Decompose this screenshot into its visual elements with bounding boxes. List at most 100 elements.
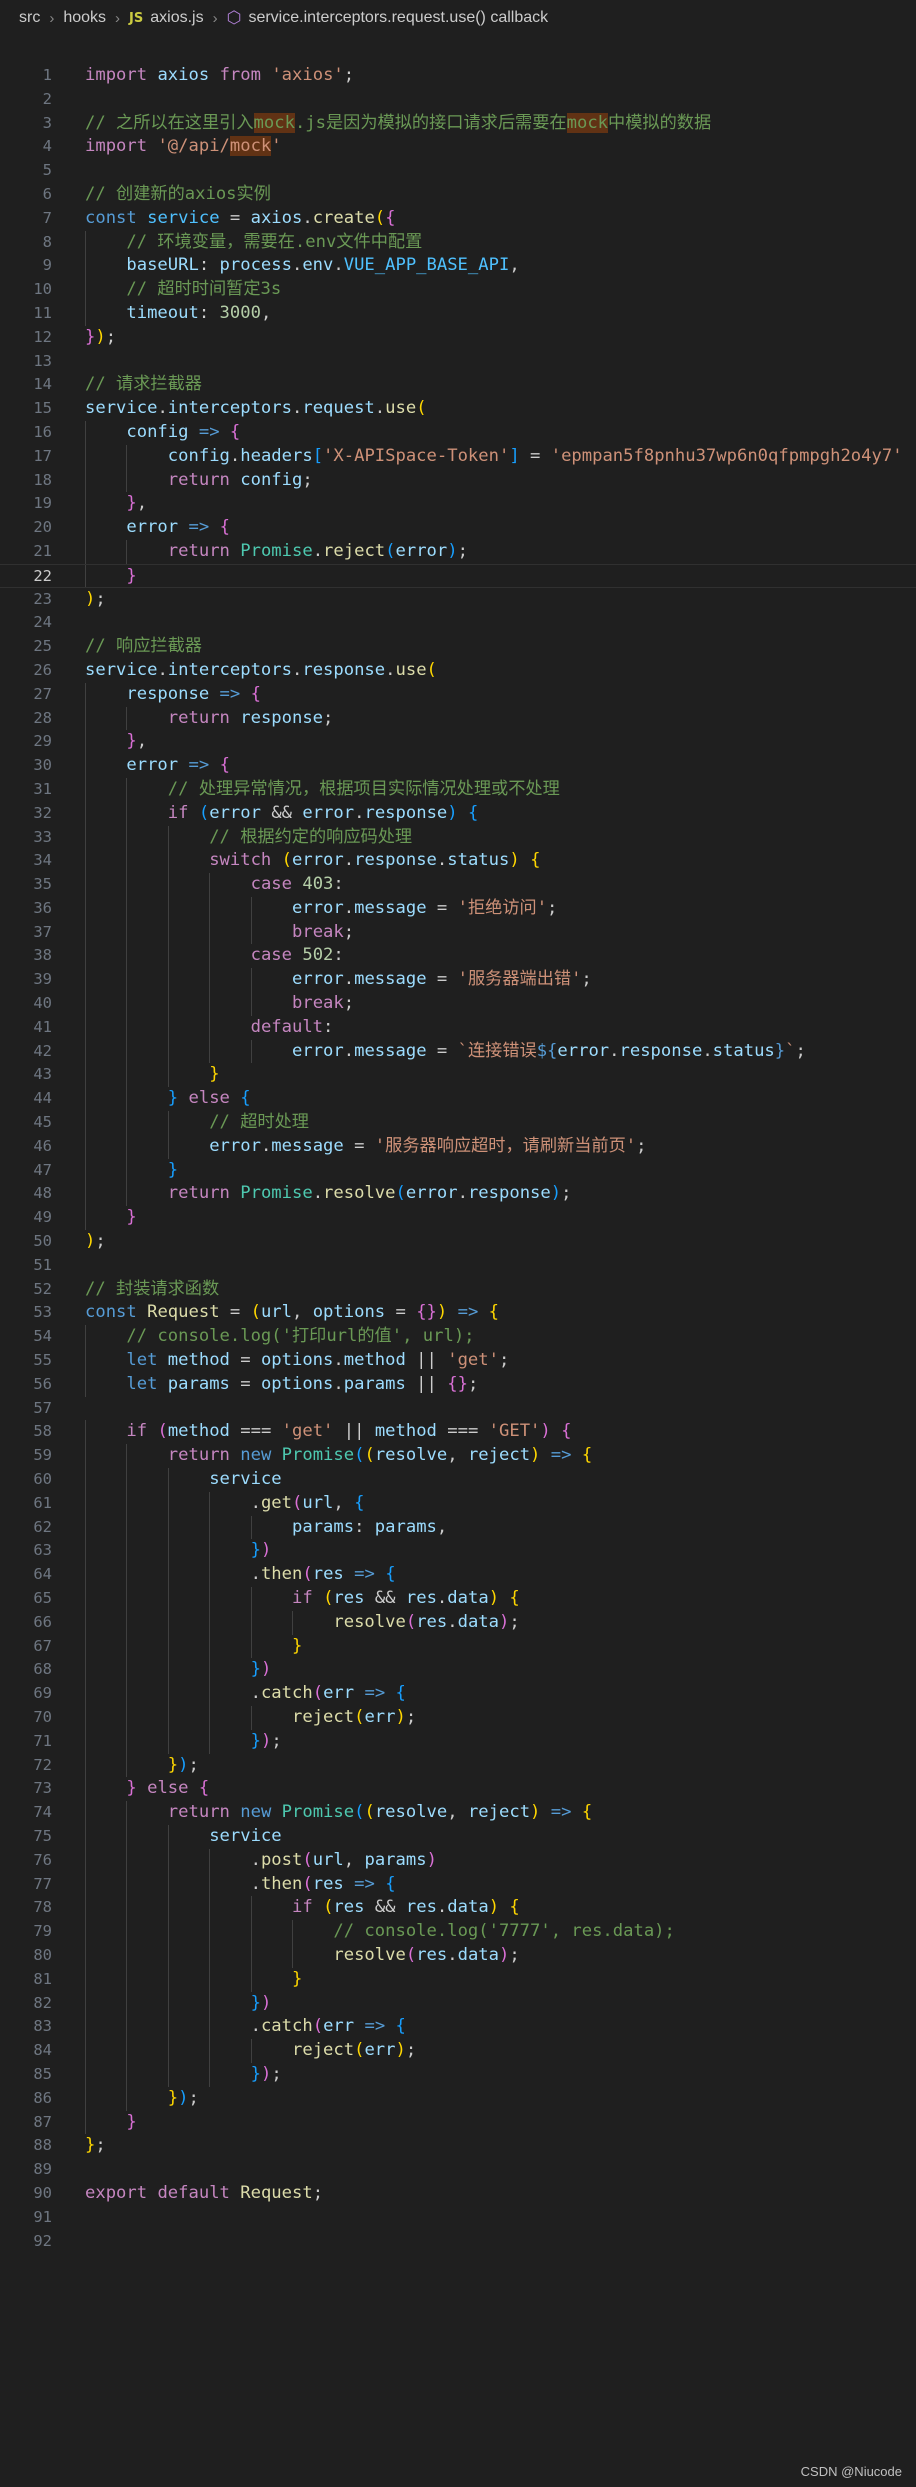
- code-line[interactable]: 13: [0, 350, 916, 374]
- code-line[interactable]: 2: [0, 88, 916, 112]
- code-line[interactable]: 62 params: params,: [0, 1515, 916, 1540]
- code-line[interactable]: 79 // console.log('7777', res.data);: [0, 1920, 916, 1944]
- code-line[interactable]: 92: [0, 2230, 916, 2254]
- code-line[interactable]: 16 config => {: [0, 420, 916, 445]
- code-line[interactable]: 85});: [0, 2062, 916, 2087]
- code-token: params: [374, 1516, 437, 1537]
- code-line[interactable]: 28 return response;: [0, 706, 916, 731]
- code-line[interactable]: 8 // 环境变量，需要在.env文件中配置: [0, 230, 916, 255]
- code-line[interactable]: 24: [0, 611, 916, 635]
- code-line[interactable]: 9 baseURL: process.env.VUE_APP_BASE_API,: [0, 254, 916, 279]
- code-line[interactable]: 47}: [0, 1158, 916, 1183]
- code-line[interactable]: 91: [0, 2206, 916, 2230]
- code-line[interactable]: 88};: [0, 2134, 916, 2158]
- code-line[interactable]: 87}: [0, 2110, 916, 2135]
- code-line[interactable]: 51: [0, 1254, 916, 1278]
- code-line[interactable]: 90 export default Request;: [0, 2182, 916, 2206]
- code-line[interactable]: 80 resolve(res.data);: [0, 1943, 916, 1968]
- code-line[interactable]: 57: [0, 1397, 916, 1421]
- code-line[interactable]: 25 // 响应拦截器: [0, 635, 916, 659]
- code-line[interactable]: 63}): [0, 1539, 916, 1564]
- code-line[interactable]: 5: [0, 159, 916, 183]
- code-line[interactable]: 53 const Request = (url, options = {}) =>…: [0, 1301, 916, 1325]
- code-line[interactable]: 32 if (error && error.response) {: [0, 801, 916, 826]
- code-line[interactable]: 27 response => {: [0, 682, 916, 707]
- code-line[interactable]: 17 config.headers['X-APISpace-Token'] = '…: [0, 444, 916, 469]
- code-line[interactable]: 33 // 根据约定的响应码处理: [0, 825, 916, 850]
- code-line[interactable]: 46 error.message = '服务器响应超时，请刷新当前页';: [0, 1134, 916, 1159]
- code-line[interactable]: 44} else {: [0, 1087, 916, 1112]
- code-line[interactable]: 21 return Promise.reject(error);: [0, 539, 916, 564]
- code-line[interactable]: 50);: [0, 1230, 916, 1254]
- code-line[interactable]: 14 // 请求拦截器: [0, 373, 916, 397]
- code-line[interactable]: 37 break;: [0, 920, 916, 945]
- code-line[interactable]: 52 // 封装请求函数: [0, 1278, 916, 1302]
- code-line[interactable]: 65 if (res && res.data) {: [0, 1587, 916, 1611]
- code-line[interactable]: 86});: [0, 2086, 916, 2111]
- code-line[interactable]: 73} else {: [0, 1777, 916, 1802]
- code-line[interactable]: 67}: [0, 1634, 916, 1659]
- code-line[interactable]: 55 let method = options.method || 'get';: [0, 1349, 916, 1373]
- code-line[interactable]: 68}): [0, 1658, 916, 1683]
- code-line[interactable]: 70 reject(err);: [0, 1705, 916, 1730]
- code-line[interactable]: 43}: [0, 1063, 916, 1088]
- code-line[interactable]: 41 default:: [0, 1015, 916, 1040]
- code-line[interactable]: 61 .get(url, {: [0, 1491, 916, 1516]
- code-line[interactable]: 54 // console.log('打印url的值', url);: [0, 1325, 916, 1350]
- code-line[interactable]: 15 service.interceptors.request.use(: [0, 397, 916, 421]
- code-line[interactable]: 56 let params = options.params || {};: [0, 1372, 916, 1397]
- code-line[interactable]: 35 case 403:: [0, 873, 916, 897]
- code-token: ): [509, 850, 520, 871]
- code-token: ;: [498, 1350, 510, 1371]
- breadcrumb-item-file[interactable]: axios.js: [150, 9, 203, 27]
- code-line[interactable]: 84 reject(err);: [0, 2039, 916, 2063]
- code-line[interactable]: 39 error.message = '服务器端出错';: [0, 968, 916, 993]
- code-line[interactable]: 78 if (res && res.data) {: [0, 1896, 916, 1921]
- code-line[interactable]: 31 // 处理异常情况，根据项目实际情况处理或不处理: [0, 777, 916, 802]
- code-line[interactable]: 1 import axios from 'axios';: [0, 64, 916, 88]
- code-line[interactable]: 81}: [0, 1967, 916, 1992]
- code-line[interactable]: 45 // 超时处理: [0, 1111, 916, 1135]
- code-editor[interactable]: 1 import axios from 'axios'; 2 3// 之所以在这里引入…: [0, 64, 916, 2253]
- code-line[interactable]: 76 .post(url, params): [0, 1848, 916, 1873]
- code-line[interactable]: 29},: [0, 730, 916, 755]
- code-line[interactable]: 18 return config;: [0, 468, 916, 493]
- code-line[interactable]: 23);: [0, 588, 916, 612]
- code-line[interactable]: 40 break;: [0, 992, 916, 1016]
- code-line[interactable]: 34 switch (error.response.status) {: [0, 849, 916, 874]
- code-line[interactable]: 89: [0, 2158, 916, 2182]
- code-line[interactable]: 26 service.interceptors.response.use(: [0, 659, 916, 683]
- code-line[interactable]: 36 error.message = '拒绝访问';: [0, 896, 916, 921]
- code-line[interactable]: 10 // 超时时间暂定3s: [0, 278, 916, 302]
- code-line[interactable]: 72});: [0, 1753, 916, 1778]
- code-line[interactable]: 22}: [0, 563, 916, 588]
- code-line[interactable]: 48 return Promise.resolve(error.response)…: [0, 1182, 916, 1207]
- code-line[interactable]: 4 import '@/api/mock': [0, 135, 916, 159]
- breadcrumb-item-hooks[interactable]: hooks: [63, 9, 106, 27]
- code-line[interactable]: 6 // 创建新的axios实例: [0, 183, 916, 207]
- breadcrumb-item-src[interactable]: src: [19, 9, 40, 27]
- code-line[interactable]: 20 error => {: [0, 516, 916, 540]
- code-line[interactable]: 71});: [0, 1729, 916, 1754]
- code-line[interactable]: 58 if (method === 'get' || method === 'GE…: [0, 1420, 916, 1445]
- code-line[interactable]: 19},: [0, 492, 916, 517]
- code-line[interactable]: 49}: [0, 1206, 916, 1231]
- code-line[interactable]: 30 error => {: [0, 754, 916, 778]
- code-line[interactable]: 59 return new Promise((resolve, reject) =…: [0, 1444, 916, 1469]
- code-line[interactable]: 11 timeout: 3000,: [0, 301, 916, 326]
- code-line[interactable]: 69 .catch(err => {: [0, 1682, 916, 1706]
- code-line[interactable]: 66 resolve(res.data);: [0, 1610, 916, 1635]
- code-line[interactable]: 83 .catch(err => {: [0, 2015, 916, 2040]
- code-line[interactable]: 75 service: [0, 1824, 916, 1849]
- code-line[interactable]: 64 .then(res => {: [0, 1563, 916, 1587]
- code-line[interactable]: 7 const service = axios.create({: [0, 207, 916, 231]
- code-line[interactable]: 42 error.message = `连接错误${error.response.…: [0, 1039, 916, 1064]
- code-line[interactable]: 60 service: [0, 1468, 916, 1492]
- code-line[interactable]: 77 .then(res => {: [0, 1872, 916, 1897]
- code-line[interactable]: 38 case 502:: [0, 944, 916, 969]
- code-line[interactable]: 82}): [0, 1991, 916, 2016]
- breadcrumb-item-symbol[interactable]: service.interceptors.request.use() callb…: [248, 9, 548, 27]
- code-line[interactable]: 3// 之所以在这里引入mock.js是因为模拟的接口请求后需要在mock中模拟…: [0, 112, 916, 136]
- code-line[interactable]: 12});: [0, 326, 916, 350]
- code-line[interactable]: 74 return new Promise((resolve, reject) =…: [0, 1801, 916, 1825]
